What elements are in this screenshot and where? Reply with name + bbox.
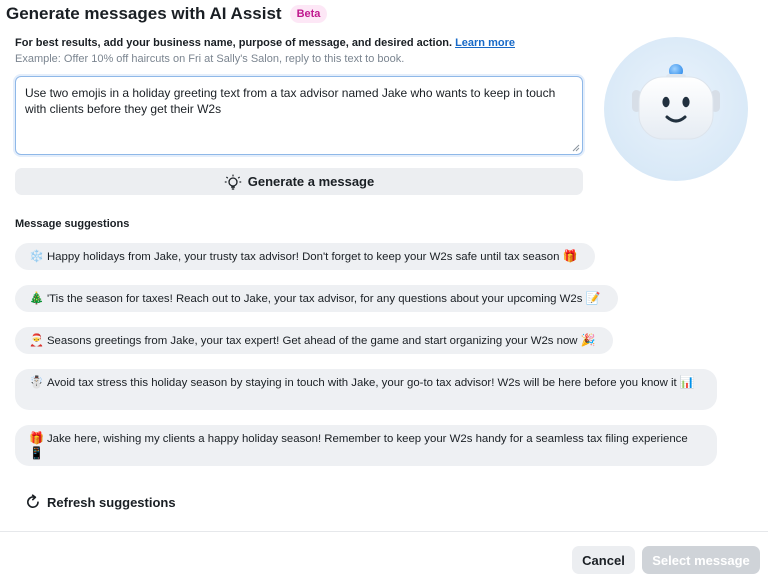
suggestion-item-4[interactable]: ☃️ Avoid tax stress this holiday season b… [15, 369, 717, 410]
suggestion-item-3[interactable]: 🎅 Seasons greetings from Jake, your tax e… [15, 327, 613, 354]
suggestions-heading: Message suggestions [15, 218, 130, 230]
suggestion-item-2[interactable]: 🎄 'Tis the season for taxes! Reach out to… [15, 285, 618, 312]
beta-badge: Beta [289, 5, 328, 23]
suggestion-item-5[interactable]: 🎁 Jake here, wishing my clients a happy h… [15, 425, 717, 466]
learn-more-link[interactable]: Learn more [455, 37, 515, 49]
instructions-text: For best results, add your business name… [15, 37, 515, 49]
dialog-header: Generate messages with AI Assist Beta [6, 4, 328, 24]
suggestion-text: Seasons greetings from Jake, your tax ex… [46, 335, 578, 347]
bar-chart-icon: 📊 [679, 375, 695, 389]
mobile-phone-icon: 📱 [29, 446, 44, 460]
christmas-tree-icon: 🎄 [29, 291, 44, 305]
cancel-button[interactable]: Cancel [572, 546, 635, 574]
suggestion-text: 'Tis the season for taxes! Reach out to … [46, 293, 583, 305]
santa-icon: 🎅 [29, 333, 44, 347]
generate-message-button[interactable]: Generate a message [15, 168, 583, 195]
ai-assistant-illustration [604, 37, 748, 181]
snowman-icon: ☃️ [29, 375, 44, 389]
dialog-title: Generate messages with AI Assist [6, 4, 282, 23]
refresh-suggestions-button[interactable]: Refresh suggestions [25, 494, 176, 510]
suggestion-text: Jake here, wishing my clients a happy ho… [46, 433, 688, 445]
prompt-value: Use two emojis in a holiday greeting tex… [25, 86, 556, 116]
suggestion-item-1[interactable]: ❄️ Happy holidays from Jake, your trusty … [15, 243, 595, 270]
gift-icon: 🎁 [562, 249, 578, 263]
footer-divider [0, 531, 768, 532]
lightbulb-icon [224, 174, 241, 190]
instructions-label: For best results, add your business name… [15, 37, 453, 49]
snowflake-icon: ❄️ [29, 249, 44, 263]
resize-grip-icon[interactable] [572, 144, 580, 152]
suggestion-text: Happy holidays from Jake, your trusty ta… [46, 251, 560, 263]
memo-icon: 📝 [585, 291, 601, 305]
example-text: Example: Offer 10% off haircuts on Fri a… [15, 53, 405, 65]
generate-button-label: Generate a message [247, 174, 375, 189]
party-popper-icon: 🎉 [580, 333, 596, 347]
select-message-button[interactable]: Select message [642, 546, 760, 574]
prompt-textarea[interactable]: Use two emojis in a holiday greeting tex… [15, 76, 583, 155]
suggestion-text: Avoid tax stress this holiday season by … [46, 377, 677, 389]
refresh-icon [27, 494, 39, 508]
gift-icon: 🎁 [29, 431, 44, 445]
refresh-label: Refresh suggestions [47, 494, 176, 510]
robot-icon [632, 64, 720, 140]
